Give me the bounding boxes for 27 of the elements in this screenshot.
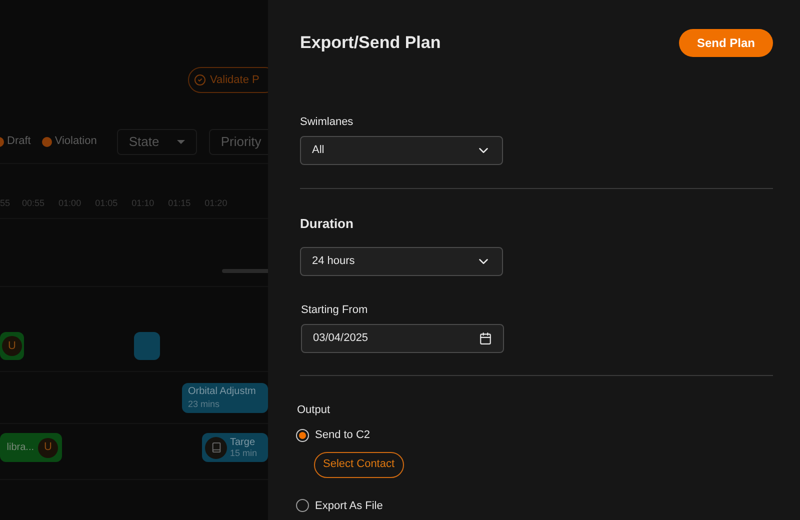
timeline-event[interactable]: Targe 15 min	[202, 433, 268, 462]
legend-label: Draft	[7, 134, 31, 150]
drawer-title: Export/Send Plan	[300, 32, 441, 54]
event-badge: U	[38, 438, 58, 458]
filter-dropdown[interactable]: State	[116, 128, 197, 154]
check-icon	[194, 74, 206, 86]
calendar-icon	[479, 332, 492, 344]
timeline-event[interactable]: libra... U	[0, 433, 62, 462]
timeline-event[interactable]: Orbital Adjustm 23 mins	[182, 383, 268, 413]
section-label: Output	[297, 402, 332, 418]
radio-option[interactable]: Send to C2	[296, 427, 773, 444]
date-field[interactable]: 03/04/2025	[301, 324, 504, 352]
radio-button[interactable]	[296, 428, 309, 442]
field-label: Swimlanes	[300, 115, 354, 130]
radio-option[interactable]: Export As File	[296, 498, 773, 514]
event-badge: U	[2, 336, 22, 356]
caret-icon	[176, 140, 185, 144]
timeline-event[interactable]: U	[0, 332, 24, 360]
radio-button[interactable]	[296, 499, 309, 512]
field-label: Starting From	[301, 303, 369, 318]
duration-dropdown[interactable]: 24 hours	[300, 247, 503, 276]
select-contact-button[interactable]: Select Contact	[314, 452, 404, 478]
book-icon	[210, 442, 222, 453]
section-heading: Duration	[300, 214, 354, 232]
send-plan-button[interactable]: Send Plan	[678, 29, 773, 57]
swimlanes-dropdown[interactable]: All	[300, 136, 503, 164]
legend-label: Violation	[54, 134, 97, 150]
